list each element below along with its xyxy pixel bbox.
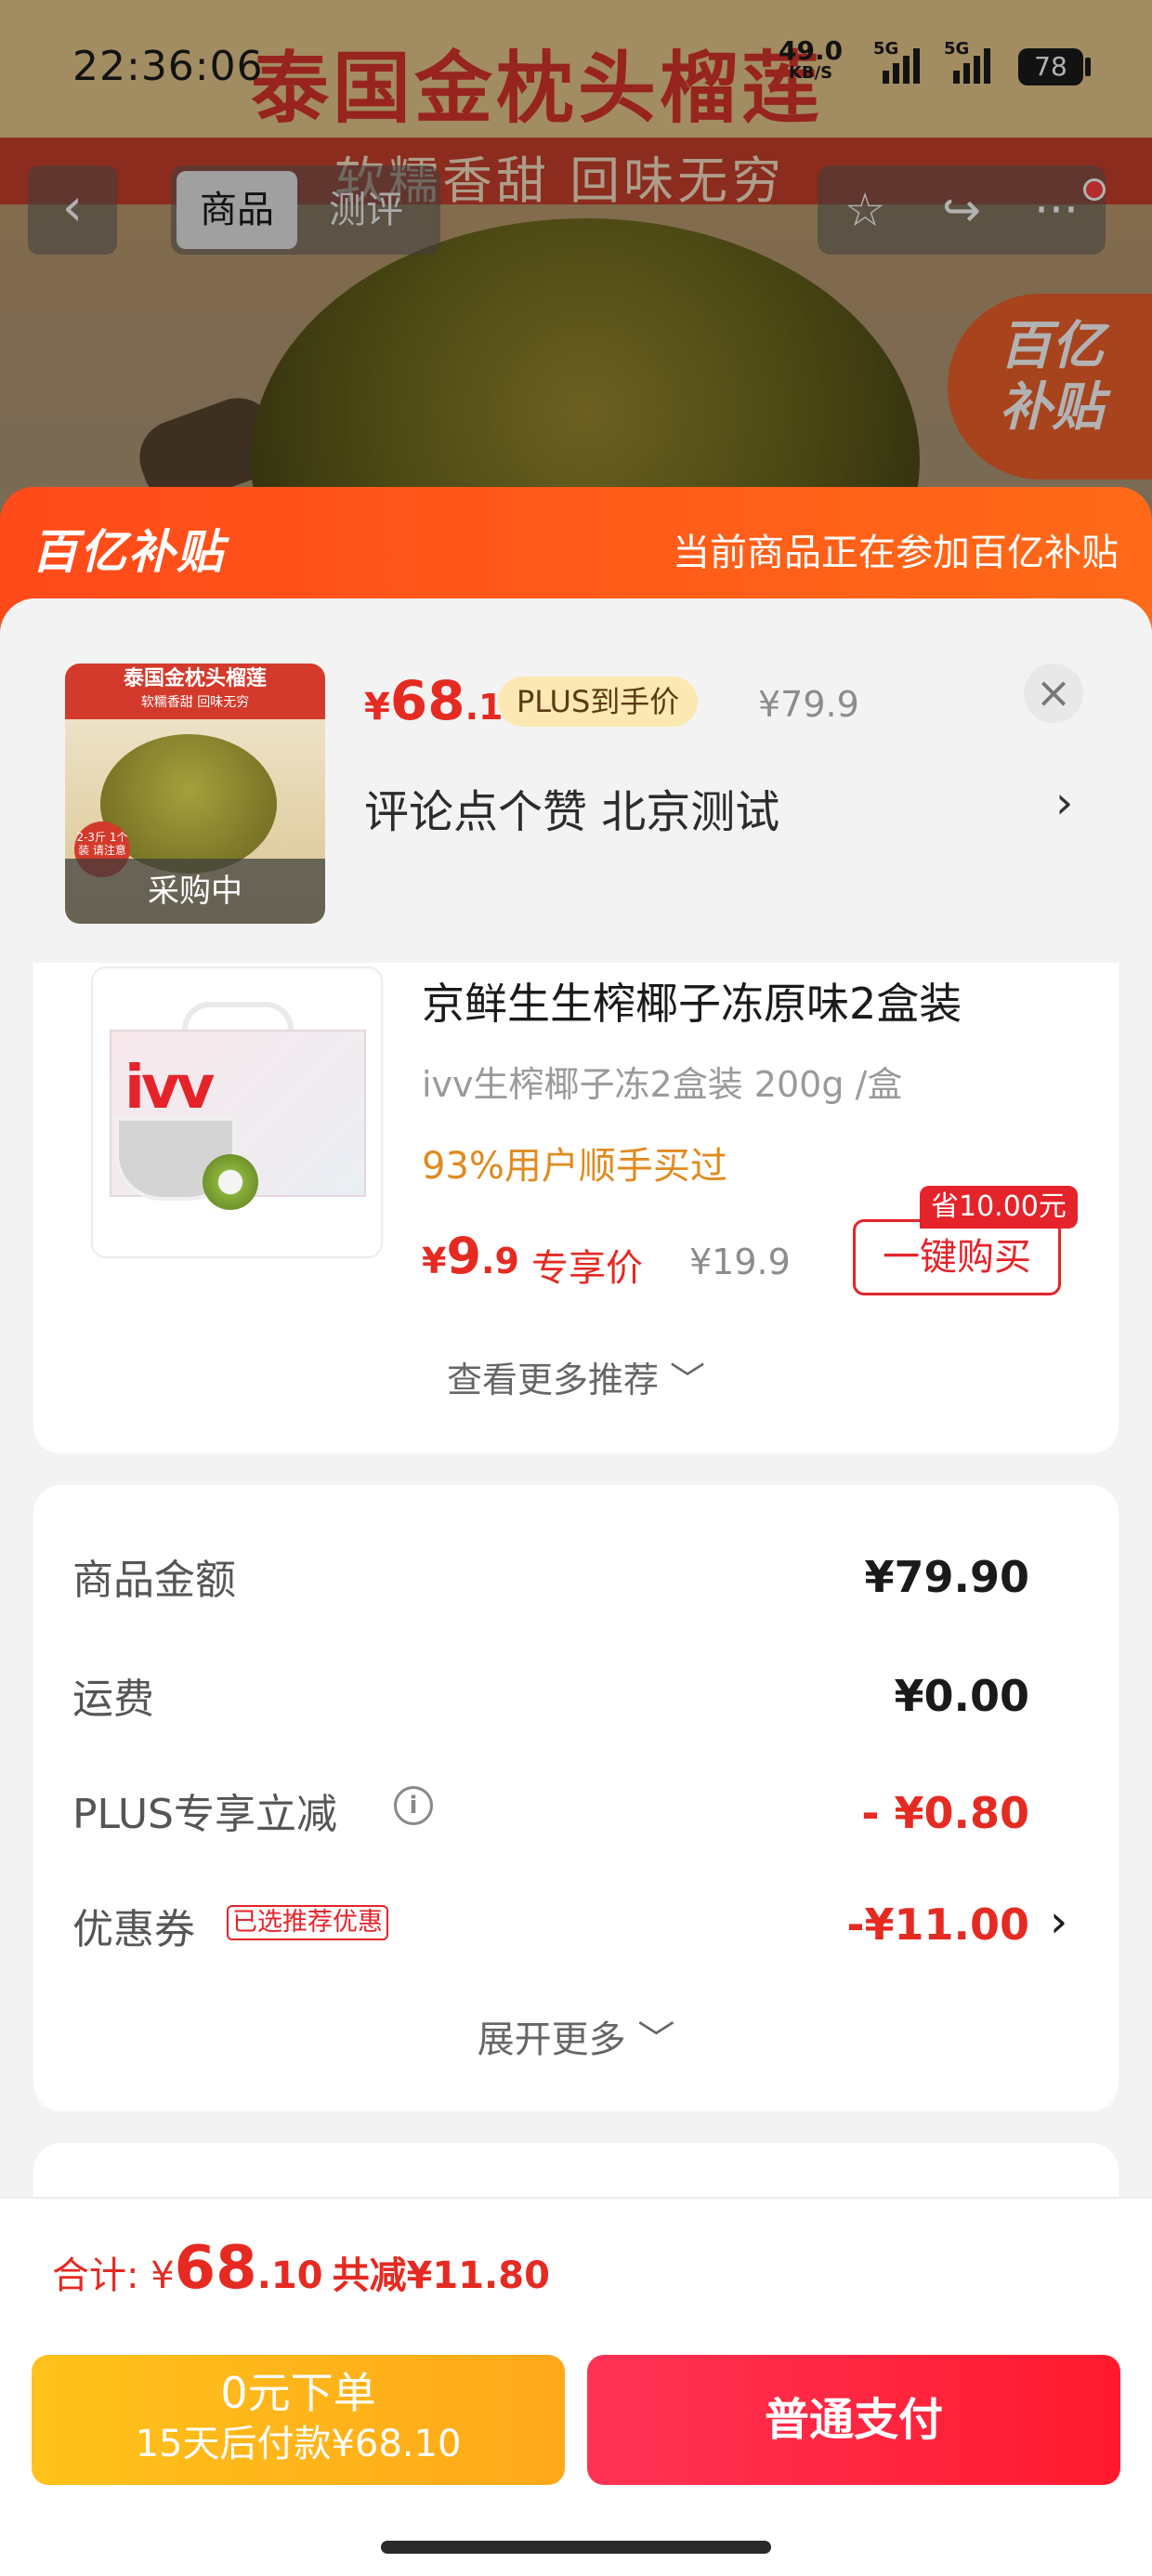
total-integer: 68 — [174, 2234, 257, 2303]
total-label: 合计: ¥ — [52, 2254, 175, 2297]
more-recommendations-link[interactable]: 查看更多推荐 ﹀ — [0, 1351, 1152, 1402]
chevron-right-icon[interactable]: › — [1055, 777, 1073, 829]
info-icon[interactable]: i — [394, 1786, 433, 1825]
coupon-recommend-tag: 已选推荐优惠 — [227, 1905, 388, 1940]
product-spec-selector[interactable]: 评论点个赞 北京测试 — [364, 775, 779, 840]
price-decimal: .1 — [465, 687, 504, 728]
total-reduction: 共减¥11.80 — [332, 2254, 550, 2297]
one-click-buy-button[interactable]: 一键购买 — [853, 1219, 1061, 1295]
coconut-image — [203, 1154, 258, 1210]
total-decimal: .10 — [256, 2254, 323, 2297]
recommendation-price: ¥9.9 — [422, 1227, 519, 1285]
box-logo: ivv — [124, 1054, 215, 1123]
chevron-right-icon[interactable]: › — [1050, 1896, 1067, 1948]
price-integer: 68 — [389, 669, 465, 732]
original-price: ¥79.9 — [758, 684, 859, 725]
expand-more-link[interactable]: 展开更多 ﹀ — [0, 2009, 1152, 2063]
rec-price-currency: ¥ — [422, 1241, 447, 1281]
product-thumbnail[interactable]: 泰国金枕头榴莲 软糯香甜 回味无穷 2-3斤 1个装 请注意 采购中 — [65, 664, 325, 924]
pay-later-subtitle: 15天后付款¥68.10 — [135, 2423, 462, 2465]
thumb-banner-title: 泰国金枕头榴莲 — [123, 667, 267, 690]
recommendation-title[interactable]: 京鲜生生榨椰子冻原味2盒装 — [422, 970, 962, 1032]
thumb-banner: 泰国金枕头榴莲 软糯香甜 回味无穷 — [65, 664, 325, 719]
product-price: ¥68.1 — [364, 669, 503, 732]
home-indicator[interactable] — [381, 2541, 771, 2554]
recommendation-image[interactable]: ivv — [91, 966, 383, 1258]
subsidy-note: 当前商品正在参加百亿补贴 — [673, 532, 1119, 574]
coupon-value[interactable]: -¥11.00 — [846, 1899, 1029, 1950]
plus-discount-label: PLUS专享立减 — [72, 1791, 337, 1838]
plus-price-tag: PLUS到手价 — [498, 677, 699, 727]
exclusive-price-label: 专享价 — [531, 1247, 643, 1290]
rec-price-decimal: .9 — [481, 1241, 519, 1281]
recommendation-spec: ivv生榨椰子冻2盒装 200g /盒 — [422, 1064, 903, 1105]
shipping-value: ¥0.00 — [894, 1671, 1029, 1721]
pay-later-button[interactable]: 0元下单 15天后付款¥68.10 — [32, 2355, 565, 2485]
rec-price-integer: 9 — [446, 1227, 482, 1285]
close-button[interactable]: × — [1024, 664, 1083, 723]
subsidy-brand-logo: 百亿补贴 — [32, 525, 225, 579]
savings-badge: 省10.00元 — [920, 1186, 1078, 1229]
goods-amount-label: 商品金额 — [72, 1557, 236, 1604]
price-currency: ¥ — [364, 686, 390, 729]
thumb-banner-sub: 软糯香甜 回味无穷 — [140, 695, 250, 710]
goods-amount-value: ¥79.90 — [864, 1552, 1029, 1602]
normal-pay-button[interactable]: 普通支付 — [587, 2355, 1120, 2485]
purchase-status: 采购中 — [65, 859, 325, 924]
plus-discount-value: - ¥0.80 — [861, 1788, 1029, 1838]
shipping-label: 运费 — [72, 1676, 154, 1723]
recommendation-original-price: ¥19.9 — [689, 1242, 791, 1282]
order-total: 合计: ¥68.10 共减¥11.80 — [52, 2234, 550, 2303]
coupon-label[interactable]: 优惠券 — [72, 1896, 195, 1955]
recommendation-bought-rate: 93%用户顺手买过 — [422, 1145, 727, 1188]
pay-later-title: 0元下单 — [220, 2368, 376, 2418]
